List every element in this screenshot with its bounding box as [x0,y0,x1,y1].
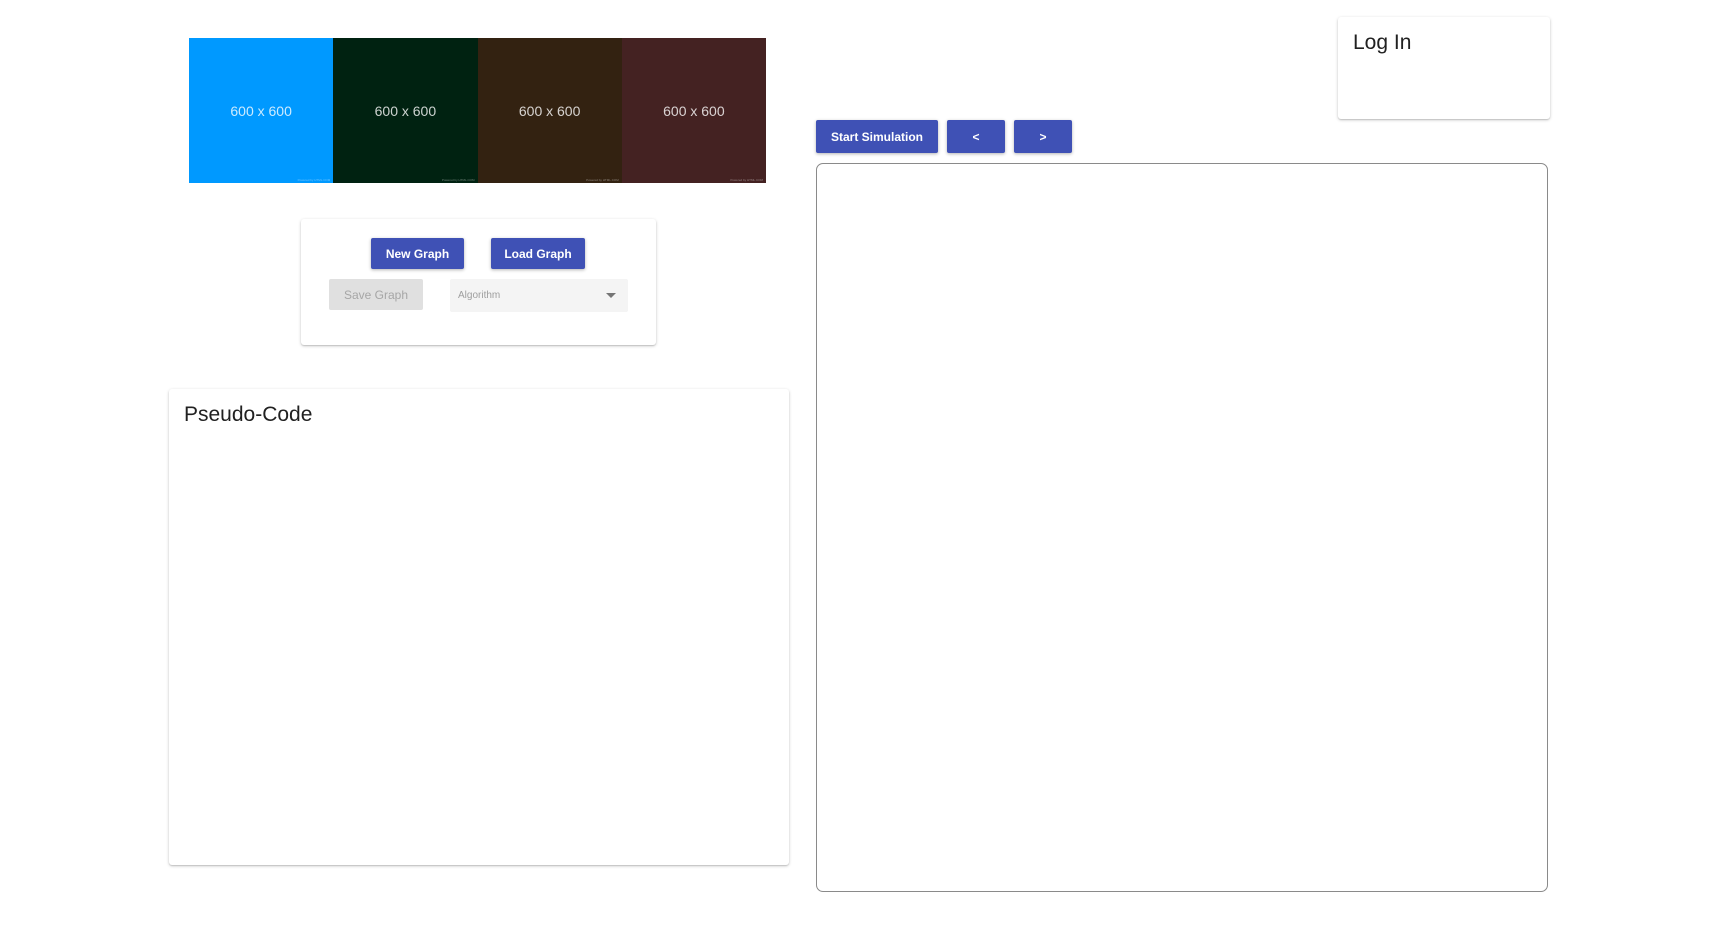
pseudo-code-title: Pseudo-Code [184,403,313,426]
banner-tile-credit: Powered by HTML.COM [297,178,331,182]
start-simulation-button[interactable]: Start Simulation [816,120,938,153]
graph-canvas[interactable] [816,163,1548,892]
page: 600 x 600 Powered by HTML.COM 600 x 600 … [0,0,1709,933]
banner-tile-credit: Powered by HTML.COM [441,178,475,182]
next-step-button[interactable]: > [1014,120,1072,153]
dropdown-arrow-icon [606,293,616,298]
login-title: Log In [1353,31,1412,54]
previous-step-button[interactable]: < [947,120,1005,153]
algorithm-select[interactable]: Algorithm [450,279,628,312]
save-graph-button: Save Graph [329,279,423,310]
banner-tile-label: 600 x 600 [374,102,437,119]
new-graph-button[interactable]: New Graph [371,238,464,269]
login-card[interactable]: Log In [1338,17,1550,119]
pseudo-code-card: Pseudo-Code [169,389,789,865]
load-graph-button[interactable]: Load Graph [491,238,585,269]
banner-tile-1: 600 x 600 Powered by HTML.COM [189,38,334,183]
algorithm-select-placeholder: Algorithm [458,290,501,301]
graph-controls-card: New Graph Load Graph Save Graph Algorith… [301,219,656,345]
banner-tile-4: 600 x 600 Powered by HTML.COM [621,38,766,183]
banner-tile-credit: Powered by HTML.COM [586,178,619,182]
banner-tile-3: 600 x 600 Powered by HTML.COM [477,38,622,183]
banner-tile-label: 600 x 600 [518,102,581,119]
banner-tile-label: 600 x 600 [663,102,725,119]
image-banner: 600 x 600 Powered by HTML.COM 600 x 600 … [189,38,766,183]
banner-tile-credit: Powered by HTML.COM [730,178,763,182]
banner-tile-2: 600 x 600 Powered by HTML.COM [333,38,478,183]
banner-tile-label: 600 x 600 [230,102,292,119]
